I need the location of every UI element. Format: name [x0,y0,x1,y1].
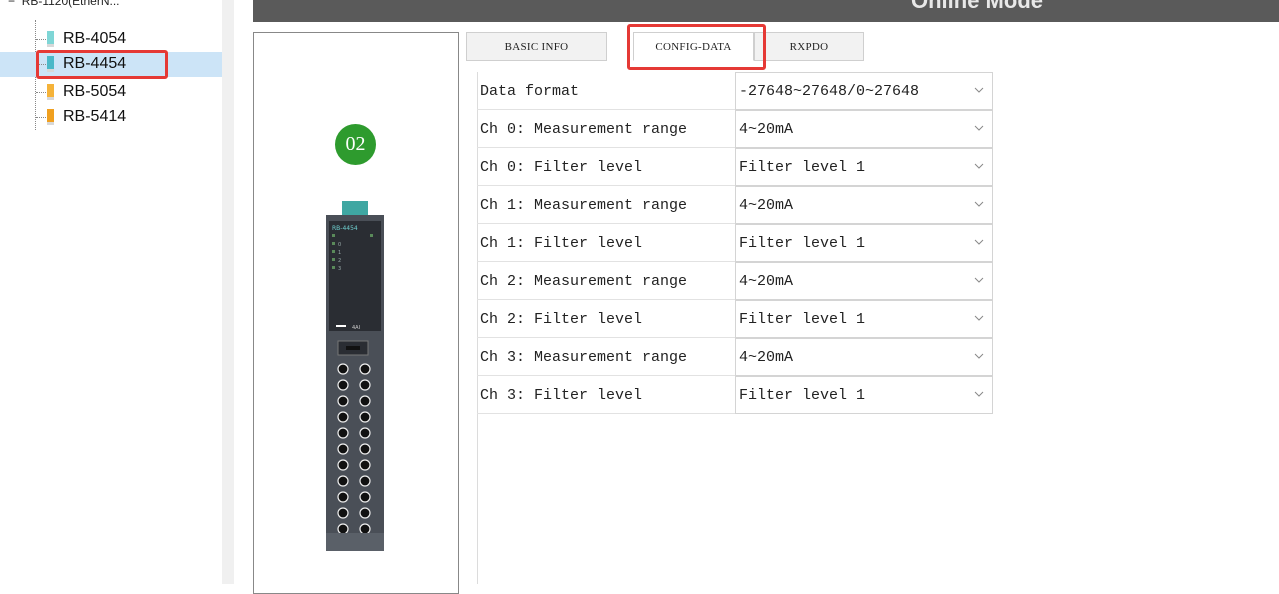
chevron-down-icon [974,239,984,245]
config-row-ch0-filter: Ch 0: Filter level Filter level 1 [477,148,993,186]
config-label: Ch 3: Measurement range [480,349,688,366]
tree-root-label: RB-1120(EtherN... [21,0,120,8]
module-type-label: 4AI [352,325,360,331]
ch0-measurement-range-select[interactable]: 4~20mA [735,110,993,148]
tab-basic-info[interactable]: BASIC INFO [466,32,607,61]
config-row-ch3-range: Ch 3: Measurement range 4~20mA [477,338,993,376]
select-value: -27648~27648/0~27648 [739,83,920,100]
analog-module-icon [47,31,54,47]
tree-item-rb-5414[interactable]: RB-5414 [0,105,222,130]
module-image: RB-4454 0 1 2 3 4AI [326,201,384,551]
config-row-ch3-filter: Ch 3: Filter level Filter level 1 [477,376,993,414]
data-format-select[interactable]: -27648~27648/0~27648 [735,72,993,110]
channel-0-label: 0 [338,242,341,248]
config-row-ch0-range: Ch 0: Measurement range 4~20mA [477,110,993,148]
device-image-panel: 02 RB-4454 0 1 2 3 4AI [253,32,459,594]
tree-root-item[interactable]: − RB-1120(EtherN... [8,0,120,8]
tab-rxpdo[interactable]: RXPDO [754,32,864,61]
mode-title: Online Mode [911,0,1043,13]
config-row-data-format: Data format -27648~27648/0~27648 [477,72,993,110]
ch2-filter-level-select[interactable]: Filter level 1 [735,300,993,338]
config-label: Ch 0: Measurement range [480,121,688,138]
chevron-down-icon [974,125,984,131]
select-value: 4~20mA [739,273,794,290]
tree-item-rb-5054[interactable]: RB-5054 [0,80,222,105]
channel-3-label: 3 [338,266,341,272]
ch1-measurement-range-select[interactable]: 4~20mA [735,186,993,224]
channel-1-label: 1 [338,250,341,256]
panel-splitter[interactable] [222,0,234,584]
config-row-ch2-filter: Ch 2: Filter level Filter level 1 [477,300,993,338]
tree-item-rb-4054[interactable]: RB-4054 [0,27,222,52]
device-tree: − RB-1120(EtherN... RB-4054 RB-4454 RB-5… [0,0,222,584]
mode-banner: Online Mode [253,0,1279,22]
ch3-measurement-range-select[interactable]: 4~20mA [735,338,993,376]
ch0-filter-level-select[interactable]: Filter level 1 [735,148,993,186]
chevron-down-icon [974,87,984,93]
digital-module-icon [47,109,54,125]
chevron-down-icon [974,201,984,207]
config-label: Ch 3: Filter level [480,387,643,404]
select-value: Filter level 1 [739,159,866,176]
chevron-down-icon [974,315,984,321]
config-label: Data format [480,83,580,100]
select-value: Filter level 1 [739,235,866,252]
digital-module-icon [47,84,54,100]
tree-item-label: RB-5054 [63,83,127,100]
config-row-ch1-range: Ch 1: Measurement range 4~20mA [477,186,993,224]
select-value: 4~20mA [739,197,794,214]
tree-item-label: RB-4054 [63,30,127,47]
config-label: Ch 0: Filter level [480,159,643,176]
ch1-filter-level-select[interactable]: Filter level 1 [735,224,993,262]
module-model-label: RB-4454 [332,225,358,232]
tree-item-label: RB-5414 [63,108,127,125]
config-label: Ch 1: Filter level [480,235,643,252]
select-value: Filter level 1 [739,311,866,328]
slot-number-badge: 02 [335,124,376,165]
tab-highlight-box [627,24,766,70]
config-label: Ch 2: Filter level [480,311,643,328]
chevron-down-icon [974,163,984,169]
ch3-filter-level-select[interactable]: Filter level 1 [735,376,993,414]
config-row-ch1-filter: Ch 1: Filter level Filter level 1 [477,224,993,262]
collapse-icon[interactable]: − [8,0,22,8]
config-row-ch2-range: Ch 2: Measurement range 4~20mA [477,262,993,300]
select-value: 4~20mA [739,121,794,138]
select-value: Filter level 1 [739,387,866,404]
ch2-measurement-range-select[interactable]: 4~20mA [735,262,993,300]
channel-2-label: 2 [338,258,341,264]
highlight-box [36,50,168,79]
config-label: Ch 2: Measurement range [480,273,688,290]
chevron-down-icon [974,391,984,397]
chevron-down-icon [974,353,984,359]
config-label: Ch 1: Measurement range [480,197,688,214]
chevron-down-icon [974,277,984,283]
select-value: 4~20mA [739,349,794,366]
